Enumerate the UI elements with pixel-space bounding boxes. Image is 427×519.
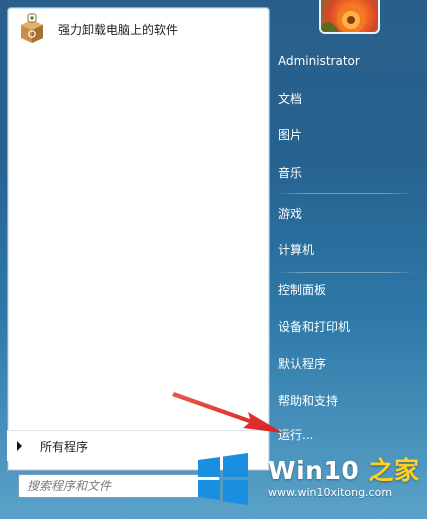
pinned-program-uninstaller[interactable]: 强力卸载电脑上的软件: [12, 10, 263, 48]
pinned-program-label: 强力卸载电脑上的软件: [58, 22, 179, 37]
uninstall-box-icon: [16, 13, 48, 45]
triangle-right-icon: [17, 441, 22, 451]
watermark-title: Win10 之家: [268, 451, 419, 487]
music-link[interactable]: 音乐: [278, 159, 302, 185]
games-link[interactable]: 游戏: [278, 200, 302, 226]
default-programs-link[interactable]: 默认程序: [278, 350, 326, 376]
documents-link[interactable]: 文档: [278, 85, 302, 111]
help-support-link[interactable]: 帮助和支持: [278, 387, 338, 413]
search-input[interactable]: [19, 475, 219, 497]
programs-pane: [7, 7, 270, 471]
start-menu: 强力卸载电脑上的软件 所有程序 Administrator 文档 图片 音乐 游…: [0, 0, 427, 519]
places-pane: Administrator 文档 图片 音乐 游戏 计算机 控制面板 设备和打印…: [268, 0, 427, 519]
divider: [276, 272, 415, 273]
user-avatar[interactable]: [319, 0, 380, 34]
run-link[interactable]: 运行...: [278, 421, 313, 447]
control-panel-link[interactable]: 控制面板: [278, 276, 326, 302]
user-name-link[interactable]: Administrator: [278, 48, 360, 74]
watermark-title-a: Win10: [268, 456, 360, 485]
computer-link[interactable]: 计算机: [278, 236, 314, 262]
pictures-link[interactable]: 图片: [278, 121, 302, 147]
devices-printers-link[interactable]: 设备和打印机: [278, 313, 350, 339]
watermark: Win10 之家 www.win10xitong.com: [190, 447, 427, 519]
all-programs-label: 所有程序: [40, 439, 89, 454]
windows-logo-icon: [198, 453, 248, 505]
divider: [276, 193, 415, 194]
watermark-url: www.win10xitong.com: [268, 486, 393, 499]
watermark-title-b: 之家: [359, 456, 420, 485]
